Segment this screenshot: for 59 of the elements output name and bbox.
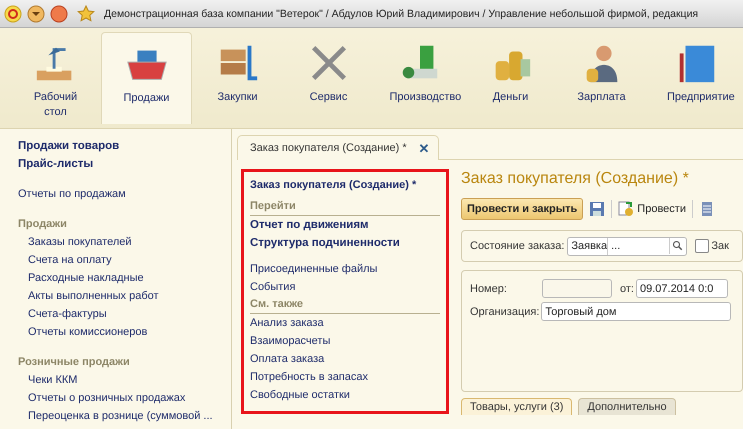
- sidebar-link[interactable]: Прайс-листы: [18, 155, 231, 173]
- nav-link[interactable]: Потребность в запасах: [250, 368, 440, 386]
- form-tab[interactable]: Дополнительно: [578, 398, 676, 415]
- sidebar-link[interactable]: Отчеты комиссионеров: [18, 323, 231, 341]
- section-button[interactable]: Деньги: [465, 32, 556, 124]
- panel-title: Заказ покупателя (Создание) *: [250, 178, 418, 193]
- checkbox[interactable]: [695, 239, 710, 253]
- date-field[interactable]: 09.07.2014 0:0: [636, 279, 728, 298]
- form-title: Заказ покупателя (Создание) *: [461, 170, 690, 189]
- sidebar-link[interactable]: Счета-фактуры: [18, 305, 231, 323]
- organization-field[interactable]: Торговый дом: [541, 302, 732, 321]
- post-document-icon: [618, 201, 634, 217]
- nav-group-header: См. также: [250, 296, 440, 314]
- nav-link[interactable]: События: [250, 278, 440, 296]
- section-button[interactable]: Закупки: [192, 32, 283, 124]
- document-tab[interactable]: Заказ покупателя (Создание) * ✕: [237, 135, 439, 160]
- sidebar-link[interactable]: Заказы покупателей: [18, 233, 231, 251]
- sidebar-link[interactable]: Переоценка в рознице (суммовой ...: [18, 407, 231, 425]
- field-label: от:: [620, 282, 634, 294]
- nav-link[interactable]: Анализ заказа: [250, 314, 440, 332]
- nav-link[interactable]: Взаиморасчеты: [250, 332, 440, 350]
- number-field[interactable]: [542, 279, 612, 298]
- nav-link[interactable]: Свободные остатки: [250, 386, 440, 404]
- sidebar-link[interactable]: Продажи товаров: [18, 137, 231, 155]
- nav-link[interactable]: Отчет по движениям: [250, 216, 440, 234]
- sidebar-link[interactable]: Счета на оплату: [18, 251, 231, 269]
- post-button[interactable]: Провести: [618, 201, 686, 217]
- nav-link[interactable]: Структура подчиненности: [250, 234, 440, 252]
- field-label: Номер:: [470, 282, 508, 294]
- app-logo-icon[interactable]: [4, 4, 22, 22]
- choose-button[interactable]: ...: [607, 238, 624, 254]
- section-button[interactable]: Продажи: [101, 32, 192, 124]
- field-label: Организация:: [470, 306, 540, 318]
- sidebar-link[interactable]: Чеки ККМ: [18, 371, 231, 389]
- window-title: Демонстрационная база компании "Ветерок" / Абдулов Юрий Владимирович / Управление небольшой фирмой, редакция: [104, 8, 698, 20]
- sidebar-link[interactable]: Отчеты по продажам: [18, 185, 231, 203]
- tab-title: Заказ покупателя (Создание) *: [250, 142, 407, 154]
- order-status-field[interactable]: Заявка ...: [567, 236, 688, 256]
- field-label: Состояние заказа:: [470, 240, 564, 252]
- sidebar-group-header: Продажи: [18, 217, 68, 232]
- nav-link[interactable]: Присоединенные файлы: [250, 260, 440, 278]
- section-button[interactable]: Зарплата: [556, 32, 647, 124]
- section-button[interactable]: Рабочий стол: [10, 32, 101, 124]
- sidebar-link[interactable]: Отчеты о розничных продажах: [18, 389, 231, 407]
- section-button[interactable]: Предприятие: [647, 32, 743, 124]
- sidebar-group-header: Розничные продажи: [18, 355, 131, 370]
- sidebar-link[interactable]: Акты выполненных работ: [18, 287, 231, 305]
- form-tab[interactable]: Товары, услуги (3): [461, 398, 572, 415]
- nav-link[interactable]: Оплата заказа: [250, 350, 440, 368]
- post-and-close-button[interactable]: Провести и закрыть: [461, 198, 584, 220]
- nav-group-header: Перейти: [250, 198, 440, 216]
- section-button[interactable]: Производство: [374, 32, 465, 124]
- close-tab-button[interactable]: ✕: [418, 140, 430, 156]
- dropdown-icon[interactable]: [27, 4, 45, 22]
- section-button[interactable]: Сервис: [283, 32, 374, 124]
- checkbox-label: Зак: [711, 240, 729, 252]
- star-icon[interactable]: [77, 4, 95, 22]
- sidebar-link[interactable]: Расходные накладные: [18, 269, 231, 287]
- save-icon[interactable]: [589, 201, 606, 217]
